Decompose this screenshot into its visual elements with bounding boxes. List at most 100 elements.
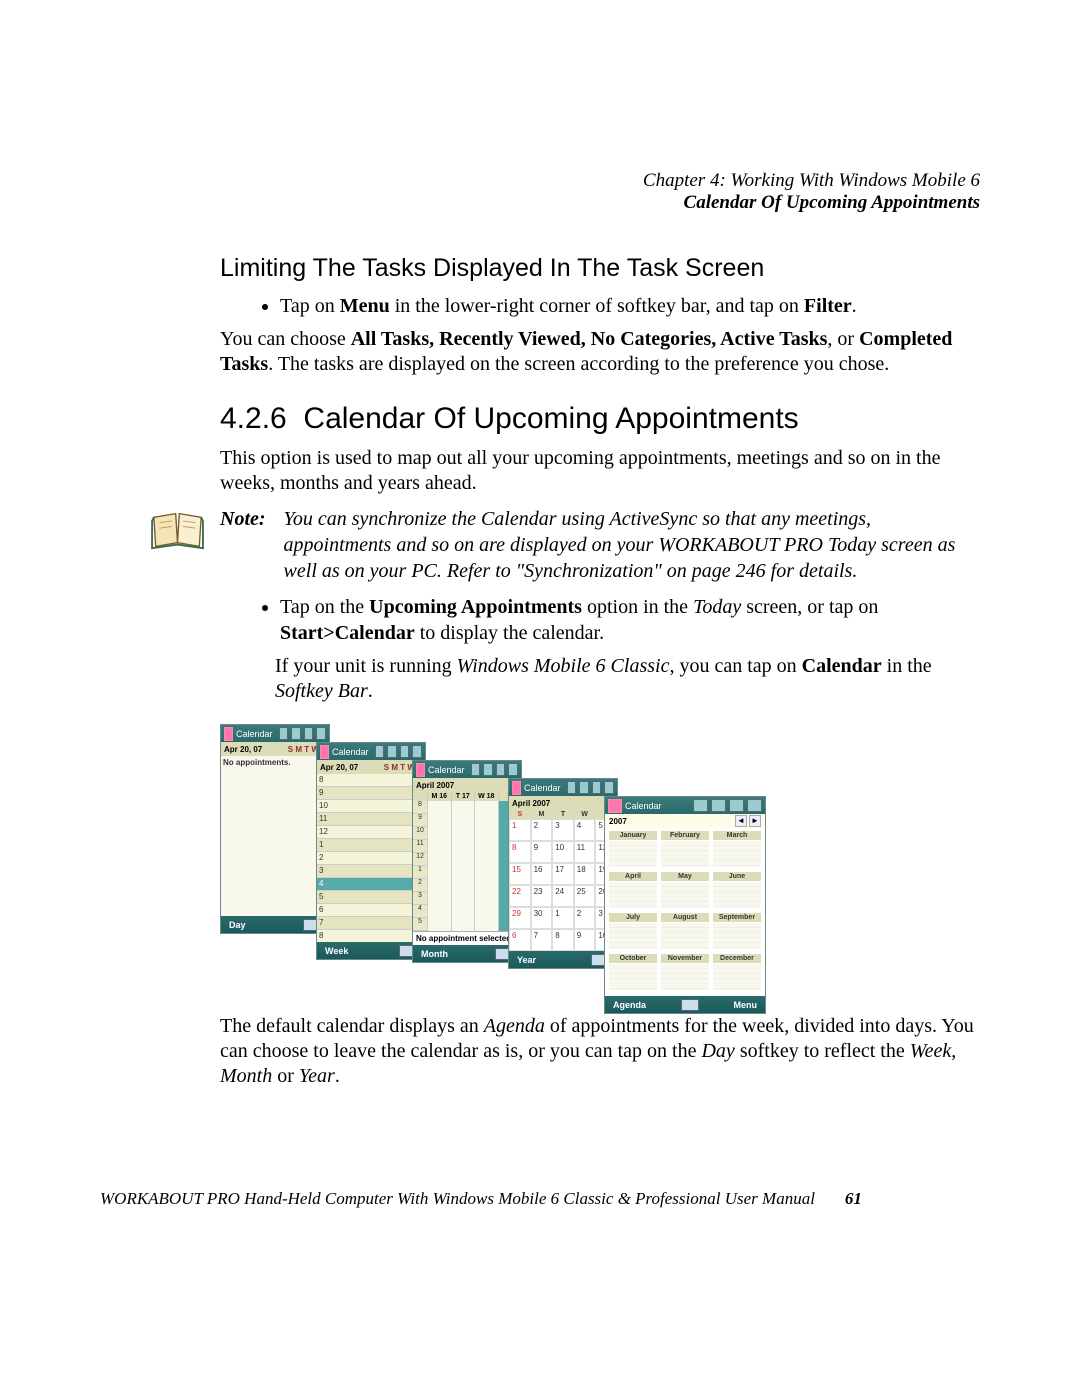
hour-row[interactable]: 7 xyxy=(317,917,425,930)
month-cell[interactable]: 16 xyxy=(531,863,553,885)
month-cell[interactable]: 2 xyxy=(574,907,596,929)
speaker-icon[interactable] xyxy=(592,781,602,794)
titlebar-button[interactable] xyxy=(579,781,589,794)
hour-row[interactable]: 6 xyxy=(317,904,425,917)
month-cell[interactable]: 2 xyxy=(531,819,553,841)
text: . xyxy=(852,295,857,317)
year-mini-month[interactable]: April xyxy=(607,871,659,912)
month-cell[interactable]: 1 xyxy=(552,907,574,929)
hour-row[interactable]: 10 xyxy=(317,800,425,813)
close-icon[interactable] xyxy=(316,727,326,740)
titlebar-button[interactable] xyxy=(279,727,289,740)
month-cell[interactable]: 24 xyxy=(552,885,574,907)
year-mini-month[interactable]: February xyxy=(659,830,711,871)
month-cell[interactable]: 3 xyxy=(552,819,574,841)
hour-row[interactable]: 12 xyxy=(317,826,425,839)
titlebar-button[interactable] xyxy=(711,799,726,812)
softkey-day[interactable]: Day xyxy=(229,920,246,930)
year-mini-month[interactable]: May xyxy=(659,871,711,912)
calendar-day-window: Calendar Apr 20, 07 S M T W T No appoint… xyxy=(220,724,330,934)
titlebar-button[interactable] xyxy=(567,781,577,794)
month-cell[interactable]: 8 xyxy=(552,929,574,951)
no-selection-label: No appointment selected. xyxy=(413,931,521,945)
softkey-bar: Day xyxy=(221,916,329,933)
mini-month-name: June xyxy=(713,872,761,881)
month-cell[interactable]: 29 xyxy=(509,907,531,929)
text: Tap on the xyxy=(280,596,369,618)
hour-row[interactable]: 8 xyxy=(317,774,425,787)
month-cell[interactable]: 15 xyxy=(509,863,531,885)
year-mini-month[interactable]: September xyxy=(711,912,763,953)
hour-row[interactable]: 9 xyxy=(317,787,425,800)
text: , you can tap on xyxy=(669,655,801,677)
speaker-icon[interactable] xyxy=(400,745,410,758)
hour-row[interactable]: 8 xyxy=(317,930,425,942)
calendar-icon xyxy=(608,799,622,813)
bullet-list-2: Tap on the Upcoming Appointments option … xyxy=(220,594,980,646)
speaker-icon[interactable] xyxy=(729,799,744,812)
year-mini-month[interactable]: March xyxy=(711,830,763,871)
year-mini-month[interactable]: October xyxy=(607,953,659,994)
header-chapter: Chapter 4: Working With Windows Mobile 6 xyxy=(100,170,980,192)
year-mini-month[interactable]: July xyxy=(607,912,659,953)
month-cell[interactable]: 11 xyxy=(574,841,596,863)
titlebar-button[interactable] xyxy=(693,799,708,812)
month-cell[interactable]: 10 xyxy=(552,841,574,863)
speaker-icon[interactable] xyxy=(496,763,506,776)
month-cell[interactable]: 17 xyxy=(552,863,574,885)
hour-row[interactable]: 11 xyxy=(317,813,425,826)
paragraph: If your unit is running Windows Mobile 6… xyxy=(275,654,980,704)
close-icon[interactable] xyxy=(412,745,422,758)
year-mini-month[interactable]: January xyxy=(607,830,659,871)
month-cell[interactable]: 18 xyxy=(574,863,596,885)
titlebar-button[interactable] xyxy=(375,745,385,758)
hour-row[interactable]: 3 xyxy=(317,865,425,878)
titlebar-button[interactable] xyxy=(483,763,493,776)
softkey-year[interactable]: Year xyxy=(517,955,536,965)
softkey-menu[interactable]: Menu xyxy=(733,1000,757,1010)
year-mini-month[interactable]: November xyxy=(659,953,711,994)
mini-month-name: May xyxy=(661,872,709,881)
week-col-header: W 18 xyxy=(474,792,498,801)
month-cell[interactable]: 7 xyxy=(531,929,553,951)
hour-row[interactable]: 2 xyxy=(317,852,425,865)
text: You can choose xyxy=(220,328,351,350)
year-mini-month[interactable]: June xyxy=(711,871,763,912)
date-bar: Apr 20, 07 S M T W T xyxy=(317,760,425,774)
year-mini-month[interactable]: August xyxy=(659,912,711,953)
titlebar-button[interactable] xyxy=(387,745,397,758)
year-bar: 2007 ◄► xyxy=(605,814,765,828)
month-row: 2223242526 xyxy=(509,885,617,907)
hour-row[interactable]: 4 xyxy=(317,878,425,891)
close-icon[interactable] xyxy=(604,781,614,794)
mini-month-name: November xyxy=(661,954,709,963)
hour-row[interactable]: 1 xyxy=(317,839,425,852)
month-cell[interactable]: 23 xyxy=(531,885,553,907)
softkey-week[interactable]: Week xyxy=(325,946,348,956)
month-cell[interactable]: 6 xyxy=(509,929,531,951)
month-row: 678910 xyxy=(509,929,617,951)
calendar-week-window: Calendar Apr 20, 07 S M T W T 8910111212… xyxy=(316,742,426,960)
titlebar-button[interactable] xyxy=(471,763,481,776)
close-icon[interactable] xyxy=(747,799,762,812)
month-cell[interactable]: 9 xyxy=(531,841,553,863)
month-cell[interactable]: 25 xyxy=(574,885,596,907)
month-cell[interactable]: 22 xyxy=(509,885,531,907)
hour-row[interactable]: 5 xyxy=(317,891,425,904)
subsection-title: Limiting The Tasks Displayed In The Task… xyxy=(220,254,980,283)
softkey-agenda[interactable]: Agenda xyxy=(613,1000,646,1010)
keyboard-icon[interactable] xyxy=(681,999,699,1011)
titlebar-button[interactable] xyxy=(291,727,301,740)
year-mini-month[interactable]: December xyxy=(711,953,763,994)
month-cell[interactable]: 1 xyxy=(509,819,531,841)
softkey-month[interactable]: Month xyxy=(421,949,448,959)
speaker-icon[interactable] xyxy=(304,727,314,740)
bullet-item: Tap on Menu in the lower-right corner of… xyxy=(280,293,980,319)
next-year-button[interactable]: ► xyxy=(749,815,761,827)
month-cell[interactable]: 30 xyxy=(531,907,553,929)
month-cell[interactable]: 9 xyxy=(574,929,596,951)
month-cell[interactable]: 8 xyxy=(509,841,531,863)
close-icon[interactable] xyxy=(508,763,518,776)
prev-year-button[interactable]: ◄ xyxy=(735,815,747,827)
month-cell[interactable]: 4 xyxy=(574,819,596,841)
